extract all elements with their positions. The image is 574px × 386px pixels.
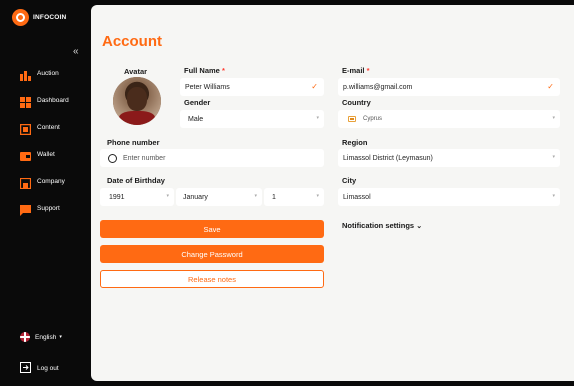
email-label: E-mail * <box>342 66 370 75</box>
chevron-down-icon: ▾ <box>552 193 555 199</box>
bar-chart-icon <box>20 68 31 81</box>
avatar[interactable] <box>113 77 161 125</box>
company-icon <box>19 176 32 189</box>
brand[interactable]: INFOCOIN <box>12 9 66 26</box>
logout-button[interactable]: Log out <box>20 362 59 375</box>
birth-day-select[interactable]: 1 ▾ <box>264 188 324 206</box>
uk-flag-icon <box>20 332 30 342</box>
phone-label: Phone number <box>107 138 160 147</box>
collapse-sidebar-icon[interactable]: « <box>73 46 79 57</box>
sidebar-item-label: Dashboard <box>37 96 69 104</box>
page-title: Account <box>102 33 162 50</box>
country-select[interactable]: Cyprus ▾ <box>338 110 560 128</box>
gender-label: Gender <box>184 98 211 107</box>
city-label: City <box>342 176 357 185</box>
sidebar-item-auction[interactable]: Auction <box>20 67 59 81</box>
sidebar-item-label: Support <box>37 204 60 212</box>
email-value: p.williams@gmail.com <box>343 83 413 91</box>
sidebar-item-support[interactable]: Support <box>20 202 60 216</box>
full-name-label: Full Name * <box>184 66 225 75</box>
grid-icon <box>20 95 31 108</box>
release-notes-button[interactable]: Release notes <box>100 270 324 288</box>
sidebar-item-dashboard[interactable]: Dashboard <box>20 94 69 108</box>
city-value: Limassol <box>343 193 371 201</box>
save-button[interactable]: Save <box>100 220 324 238</box>
avatar-label: Avatar <box>124 67 148 76</box>
full-name-value: Peter Williams <box>185 83 230 91</box>
birth-month-value: January <box>183 193 208 201</box>
sidebar-item-label: Content <box>37 123 60 131</box>
chevron-down-icon: ▾ <box>552 115 555 121</box>
content-icon <box>19 122 32 135</box>
phone-input[interactable]: Enter number <box>100 149 324 167</box>
notification-settings-toggle[interactable]: Notification settings ⌄ <box>342 221 422 230</box>
whatsapp-icon <box>108 153 117 163</box>
cyprus-flag-icon <box>348 116 356 122</box>
chevron-down-icon: ⌄ <box>416 223 423 230</box>
email-field[interactable]: p.williams@gmail.com ✓ <box>338 78 560 96</box>
check-icon: ✓ <box>547 82 554 91</box>
language-label: English <box>35 333 57 341</box>
birth-year-value: 1991 <box>109 193 125 201</box>
sidebar-item-label: Auction <box>37 69 59 77</box>
logout-icon <box>20 362 31 375</box>
country-value: Cyprus <box>363 116 383 122</box>
chevron-down-icon: ▾ <box>59 334 62 340</box>
sidebar: INFOCOIN « Auction Dashboard Content Wal… <box>0 0 91 386</box>
birth-day-value: 1 <box>272 193 276 201</box>
infocoin-logo-icon <box>12 9 29 26</box>
full-name-field[interactable]: Peter Williams ✓ <box>180 78 324 96</box>
sidebar-item-label: Company <box>37 177 65 185</box>
brand-name: INFOCOIN <box>33 14 67 21</box>
sidebar-item-label: Wallet <box>37 150 55 158</box>
chat-icon <box>20 203 31 216</box>
birth-year-select[interactable]: 1991 ▾ <box>100 188 174 206</box>
change-password-button[interactable]: Change Password <box>100 245 324 263</box>
wallet-icon <box>20 149 31 161</box>
sidebar-item-wallet[interactable]: Wallet <box>20 148 55 161</box>
region-select[interactable]: Limassol District (Leymasun) ▾ <box>338 149 560 167</box>
chevron-down-icon: ▾ <box>316 193 319 199</box>
region-label: Region <box>342 138 368 147</box>
phone-placeholder: Enter number <box>123 154 166 162</box>
country-label: Country <box>342 98 371 107</box>
chevron-down-icon: ▾ <box>254 193 257 199</box>
gender-select[interactable]: Male ▾ <box>180 110 324 128</box>
region-value: Limassol District (Leymasun) <box>343 154 433 162</box>
sidebar-item-company[interactable]: Company <box>19 175 65 189</box>
notification-settings-label: Notification settings <box>342 221 415 230</box>
language-selector[interactable]: English ▾ <box>20 332 62 342</box>
chevron-down-icon: ▾ <box>552 154 555 160</box>
gender-value: Male <box>188 115 204 123</box>
city-select[interactable]: Limassol ▾ <box>338 188 560 206</box>
birthday-label: Date of Birthday <box>107 176 165 185</box>
sidebar-item-content[interactable]: Content <box>19 121 60 135</box>
chevron-down-icon: ▾ <box>316 115 319 121</box>
check-icon: ✓ <box>311 82 318 91</box>
chevron-down-icon: ▾ <box>166 193 169 199</box>
logout-label: Log out <box>37 365 59 372</box>
birth-month-select[interactable]: January ▾ <box>176 188 262 206</box>
